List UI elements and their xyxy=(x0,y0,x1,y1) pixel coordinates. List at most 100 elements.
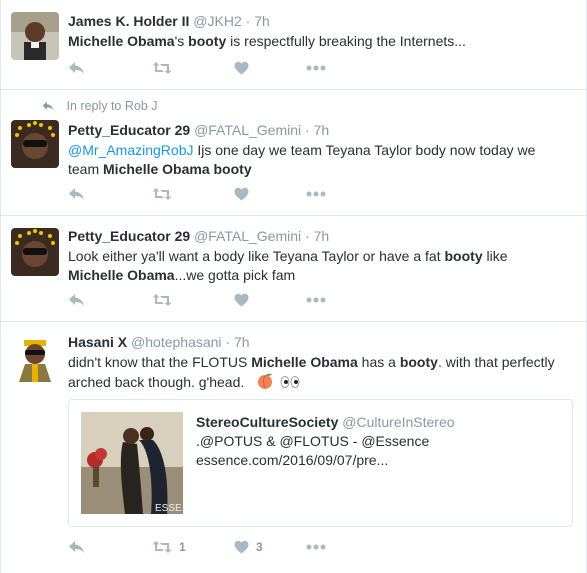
avatar[interactable] xyxy=(11,12,59,60)
text-fragment: . with that perfectly xyxy=(437,354,555,370)
tweet[interactable]: Hasani X @hotephasani · 7h didn't know t… xyxy=(1,322,586,573)
avatar[interactable] xyxy=(11,120,59,168)
more-button[interactable] xyxy=(306,297,326,303)
author-name[interactable]: Petty_Educator 29 xyxy=(68,122,190,138)
tweet-text: Look either ya'll want a body like Teyan… xyxy=(68,247,574,285)
tweet[interactable]: Petty_Educator 29 @FATAL_Gemini · 7h Loo… xyxy=(1,216,586,322)
separator: · xyxy=(305,228,310,244)
heart-icon xyxy=(234,540,249,554)
text-fragment: ...we gotta pick fam xyxy=(174,267,296,283)
reply-context-icon xyxy=(41,99,55,113)
heart-icon xyxy=(234,61,249,75)
like-button[interactable] xyxy=(234,293,306,307)
card-author-handle[interactable]: @CultureInStereo xyxy=(342,414,454,430)
text-fragment: Ijs one day we team Teyana Taylor body n… xyxy=(193,142,536,158)
author-handle[interactable]: @FATAL_Gemini xyxy=(194,228,301,244)
text-fragment: has a xyxy=(357,354,400,370)
highlight: booty xyxy=(188,33,227,49)
link-card[interactable]: ESSE StereoCultureSociety @CultureInSter… xyxy=(68,399,573,527)
tweet-header: Petty_Educator 29 @FATAL_Gemini · 7h xyxy=(68,227,574,245)
retweet-count: 1 xyxy=(179,540,186,554)
tweet[interactable]: James K. Holder II @JKH2 · 7h Michelle O… xyxy=(1,0,586,90)
card-link[interactable]: essence.com/2016/09/07/pre... xyxy=(196,451,562,470)
text-fragment: is respectfully breaking the Internets..… xyxy=(226,33,466,49)
more-button[interactable] xyxy=(306,544,326,550)
timestamp[interactable]: 7h xyxy=(314,228,330,244)
reply-button[interactable] xyxy=(68,187,152,201)
tweet-actions xyxy=(68,60,326,76)
tweet-header: Petty_Educator 29 @FATAL_Gemini · 7h xyxy=(68,121,574,139)
timestamp[interactable]: 7h xyxy=(314,122,330,138)
avatar[interactable] xyxy=(11,228,59,276)
more-icon xyxy=(306,297,326,303)
author-name[interactable]: Hasani X xyxy=(68,334,127,350)
author-name[interactable]: James K. Holder II xyxy=(68,13,189,29)
author-handle[interactable]: @hotephasani xyxy=(131,334,222,350)
reply-context-label: In reply to Rob J xyxy=(66,99,158,113)
timeline-feed: James K. Holder II @JKH2 · 7h Michelle O… xyxy=(0,0,587,573)
text-fragment: like xyxy=(482,248,508,264)
highlight: Michelle Obama xyxy=(68,267,175,283)
text-fragment: team xyxy=(68,161,104,177)
author-handle[interactable]: @JKH2 xyxy=(193,13,241,29)
card-text: .@POTUS & @FLOTUS - @Essence xyxy=(196,433,430,449)
more-icon xyxy=(306,65,326,71)
reply-button[interactable] xyxy=(68,293,152,307)
like-button[interactable]: 3 xyxy=(234,540,306,554)
retweet-icon xyxy=(152,61,172,75)
like-button[interactable] xyxy=(234,187,306,201)
heart-icon xyxy=(234,293,249,307)
text-fragment: didn't know that the FLOTUS xyxy=(68,354,252,370)
reply-context[interactable]: In reply to Rob J xyxy=(41,99,158,113)
avatar[interactable] xyxy=(11,334,59,382)
card-image[interactable]: ESSE xyxy=(81,412,183,514)
highlight: booty xyxy=(444,248,483,264)
reply-icon xyxy=(68,61,85,75)
retweet-icon xyxy=(152,293,172,307)
tweet-actions xyxy=(68,186,326,202)
highlight: Michelle Obama xyxy=(68,33,175,49)
card-author-name[interactable]: StereoCultureSociety xyxy=(196,414,338,430)
text-fragment: 's xyxy=(174,33,189,49)
more-button[interactable] xyxy=(306,191,326,197)
text-fragment: Look either ya'll want a body like Teyan… xyxy=(68,248,445,264)
reply-icon xyxy=(68,293,85,307)
tweet-header: James K. Holder II @JKH2 · 7h xyxy=(68,12,574,30)
timestamp[interactable]: 7h xyxy=(254,13,270,29)
tweet-text: didn't know that the FLOTUS Michelle Oba… xyxy=(68,353,574,395)
retweet-button[interactable] xyxy=(152,293,234,307)
like-count: 3 xyxy=(256,540,263,554)
more-icon xyxy=(306,191,326,197)
retweet-icon xyxy=(152,187,172,201)
separator: · xyxy=(245,13,251,29)
tweet-header: Hasani X @hotephasani · 7h xyxy=(68,333,574,351)
like-button[interactable] xyxy=(234,61,306,75)
peach-emoji xyxy=(256,372,274,395)
reply-button[interactable] xyxy=(68,540,152,554)
reply-icon xyxy=(68,187,85,201)
retweet-button[interactable] xyxy=(152,187,234,201)
text-fragment: arched back though. g'head. xyxy=(68,374,245,390)
retweet-icon xyxy=(152,540,172,554)
highlight: booty xyxy=(213,161,252,177)
heart-icon xyxy=(234,187,249,201)
highlight: booty xyxy=(399,354,438,370)
tweet-actions: 1 3 xyxy=(68,539,326,555)
reply-icon xyxy=(68,540,85,554)
separator: · xyxy=(305,122,310,138)
more-icon xyxy=(306,544,326,550)
more-button[interactable] xyxy=(306,65,326,71)
mention-link[interactable]: @Mr_AmazingRobJ xyxy=(68,142,193,158)
retweet-button[interactable]: 1 xyxy=(152,540,234,554)
timestamp[interactable]: 7h xyxy=(234,334,250,350)
retweet-button[interactable] xyxy=(152,61,234,75)
highlight: Michelle Obama xyxy=(103,161,210,177)
tweet-text: @Mr_AmazingRobJ Ijs one day we team Teya… xyxy=(68,141,574,179)
card-image-watermark: ESSE xyxy=(155,503,182,514)
eyes-emoji xyxy=(280,374,300,395)
reply-button[interactable] xyxy=(68,61,152,75)
card-body: StereoCultureSociety @CultureInStereo .@… xyxy=(196,413,562,470)
author-handle[interactable]: @FATAL_Gemini xyxy=(194,122,301,138)
author-name[interactable]: Petty_Educator 29 xyxy=(68,228,190,244)
tweet[interactable]: In reply to Rob J Petty_Educator 29 @FAT… xyxy=(1,90,586,216)
